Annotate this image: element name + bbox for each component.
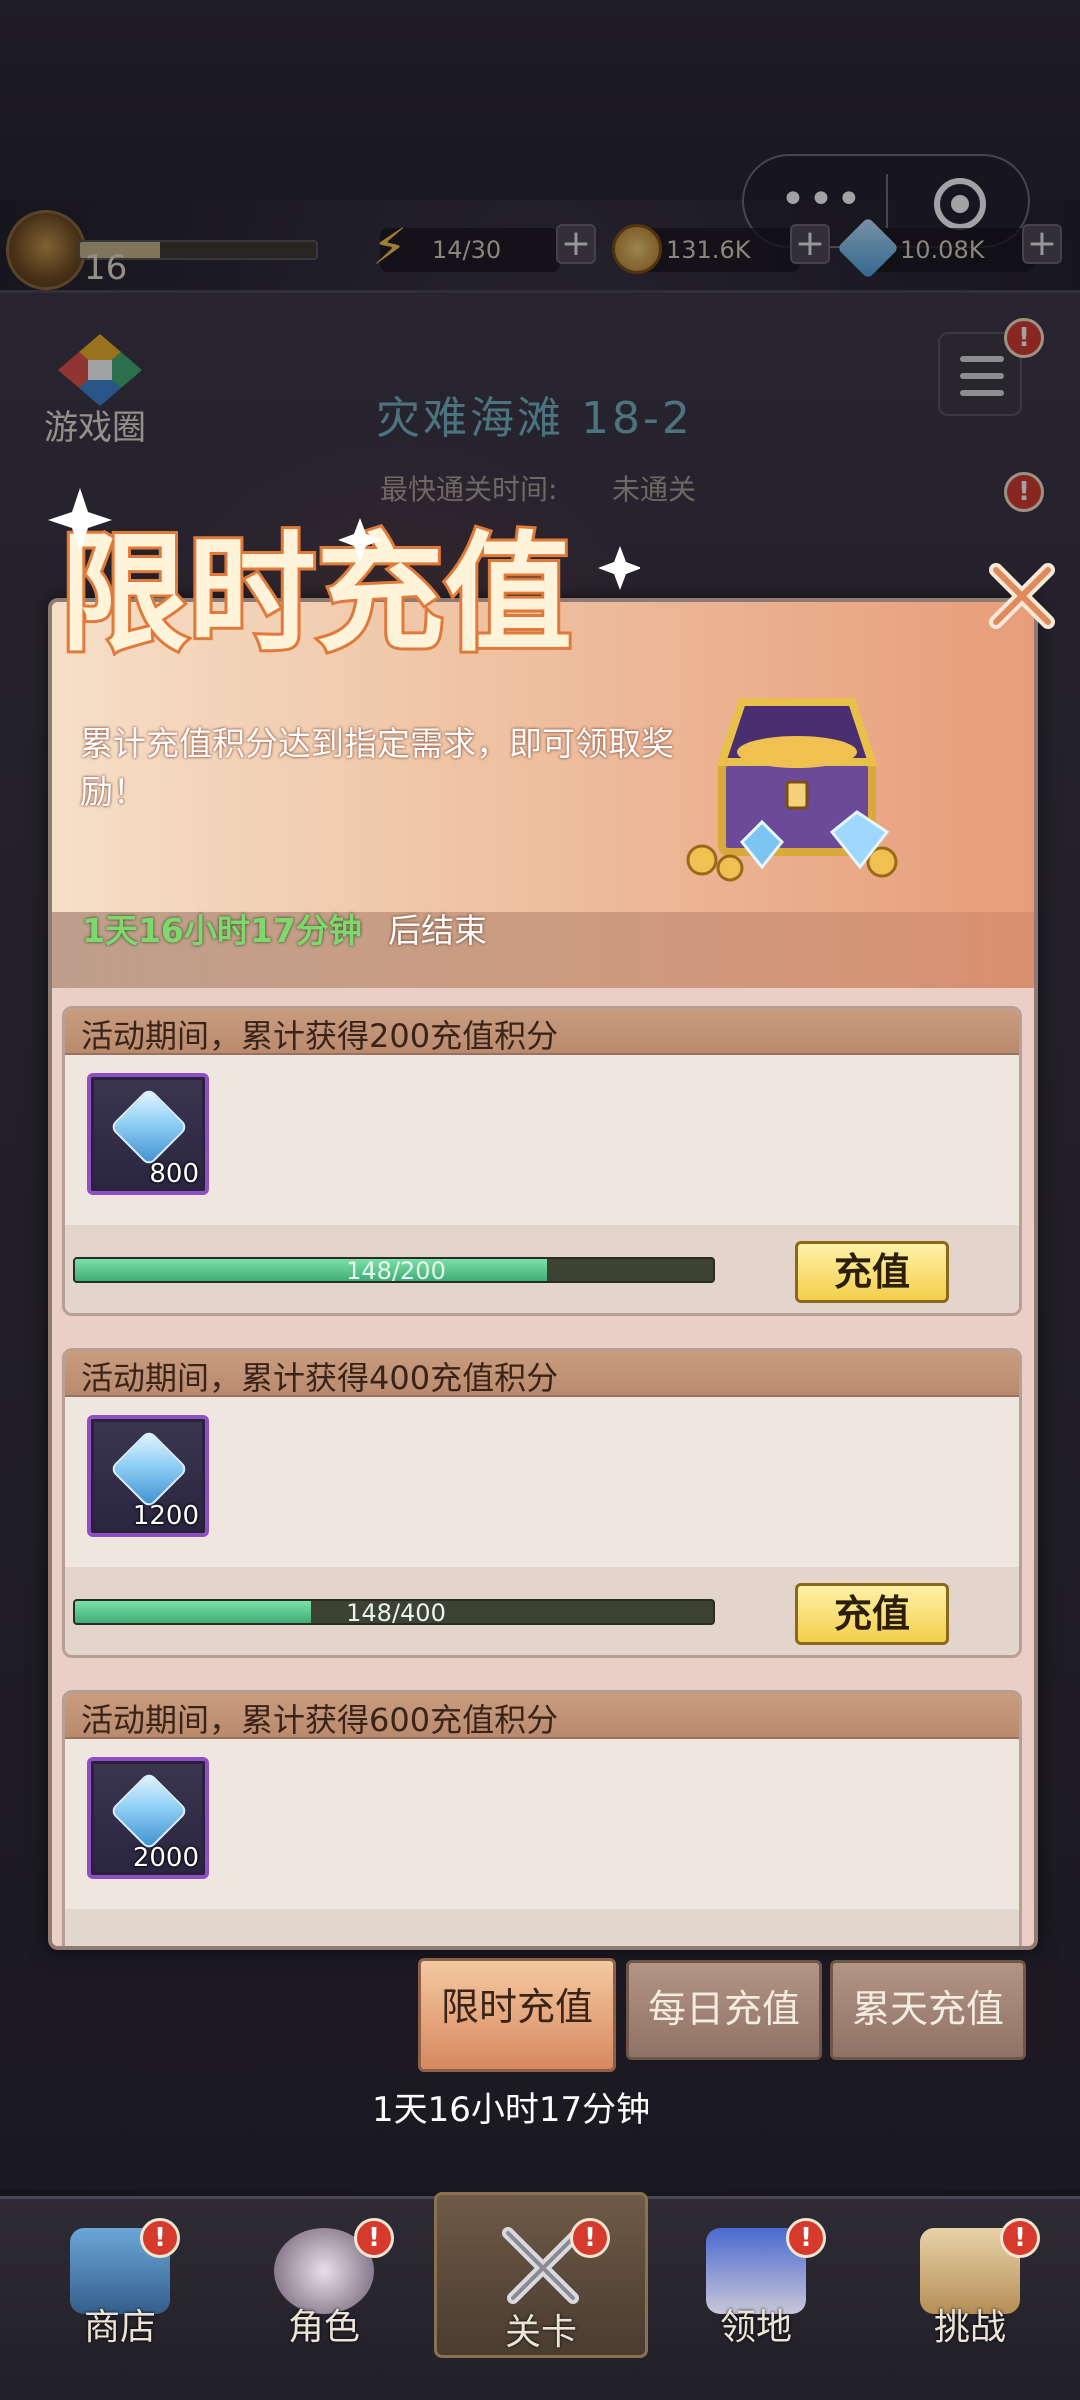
alert-badge: ! (140, 2218, 180, 2258)
diamond-icon (109, 1429, 189, 1509)
diamond-icon (109, 1771, 189, 1851)
task-header: 活动期间，累计获得600充值积分 (65, 1693, 1019, 1739)
nav-stage[interactable]: 关卡 (434, 2192, 648, 2358)
nav-label: 角色 (287, 2307, 360, 2348)
reward-item[interactable]: 800 (87, 1073, 209, 1195)
recharge-button[interactable]: 充值 (795, 1241, 949, 1303)
reward-count: 2000 (132, 1843, 199, 1873)
task-card: 活动期间，累计获得200充值积分 800 148/200 充值 (62, 1006, 1022, 1316)
countdown-timer: 1天16小时17分钟 (82, 911, 362, 950)
tab-daily-recharge[interactable]: 每日充值 (626, 1960, 822, 2060)
modal-title: 限时充值 (60, 520, 572, 669)
task-list[interactable]: 活动期间，累计获得200充值积分 800 148/200 充值 活动期间，累计获… (52, 988, 1034, 1946)
progress-text: 148/400 (346, 1599, 446, 1625)
task-title: 活动期间，累计获得200充值积分 (81, 1017, 559, 1055)
tab-countdown: 1天16小时17分钟 (372, 2090, 651, 2130)
nav-label: 关卡 (504, 2312, 577, 2353)
modal-description: 累计充值积分达到指定需求，即可领取奖励！ (80, 724, 674, 811)
nav-challenge[interactable]: 挑战 (870, 2200, 1070, 2350)
task-footer: 148/200 充值 (65, 1225, 1019, 1313)
nav-character[interactable]: 角色 (224, 2200, 424, 2350)
tab-cumulative-recharge[interactable]: 累天充值 (830, 1960, 1026, 2060)
task-footer: 148/400 充值 (65, 1567, 1019, 1655)
progress-text: 148/200 (346, 1257, 446, 1283)
progress-bar: 148/400 (73, 1599, 715, 1625)
recharge-button[interactable]: 充值 (795, 1583, 949, 1645)
reward-item[interactable]: 2000 (87, 1757, 209, 1879)
modal-title-graphic: 限时充值 (48, 488, 640, 672)
alert-badge: ! (786, 2218, 826, 2258)
task-rewards: 800 (65, 1055, 1019, 1225)
alert-badge: ! (570, 2218, 610, 2258)
task-title: 活动期间，累计获得400充值积分 (81, 1359, 559, 1397)
task-rewards: 1200 (65, 1397, 1019, 1567)
nav-label: 商店 (83, 2307, 156, 2348)
task-card: 活动期间，累计获得600充值积分 2000 (62, 1690, 1022, 1946)
nav-label: 领地 (719, 2307, 792, 2348)
reward-count: 1200 (132, 1501, 199, 1531)
task-card: 活动期间，累计获得400充值积分 1200 148/400 充值 (62, 1348, 1022, 1658)
task-title: 活动期间，累计获得600充值积分 (81, 1701, 559, 1739)
close-modal-button[interactable] (982, 556, 1062, 636)
diamond-icon (109, 1087, 189, 1167)
task-header: 活动期间，累计获得200充值积分 (65, 1009, 1019, 1055)
progress-bar: 148/200 (73, 1257, 715, 1283)
task-header: 活动期间，累计获得400充值积分 (65, 1351, 1019, 1397)
reward-item[interactable]: 1200 (87, 1415, 209, 1537)
nav-shop[interactable]: 商店 (20, 2200, 220, 2350)
alert-badge: ! (354, 2218, 394, 2258)
countdown-suffix: 后结束 (388, 911, 487, 950)
alert-badge: ! (1000, 2218, 1040, 2258)
task-rewards: 2000 (65, 1739, 1019, 1909)
reward-count: 800 (149, 1159, 199, 1189)
tab-limited-recharge[interactable]: 限时充值 (418, 1958, 616, 2072)
treasure-chest-icon (686, 698, 898, 882)
limited-recharge-modal: 累计充值积分达到指定需求，即可领取奖励！ 1天16小时17分钟 后结束 活动期间… (48, 598, 1038, 1950)
nav-label: 挑战 (933, 2307, 1006, 2348)
nav-territory[interactable]: 领地 (656, 2200, 856, 2350)
